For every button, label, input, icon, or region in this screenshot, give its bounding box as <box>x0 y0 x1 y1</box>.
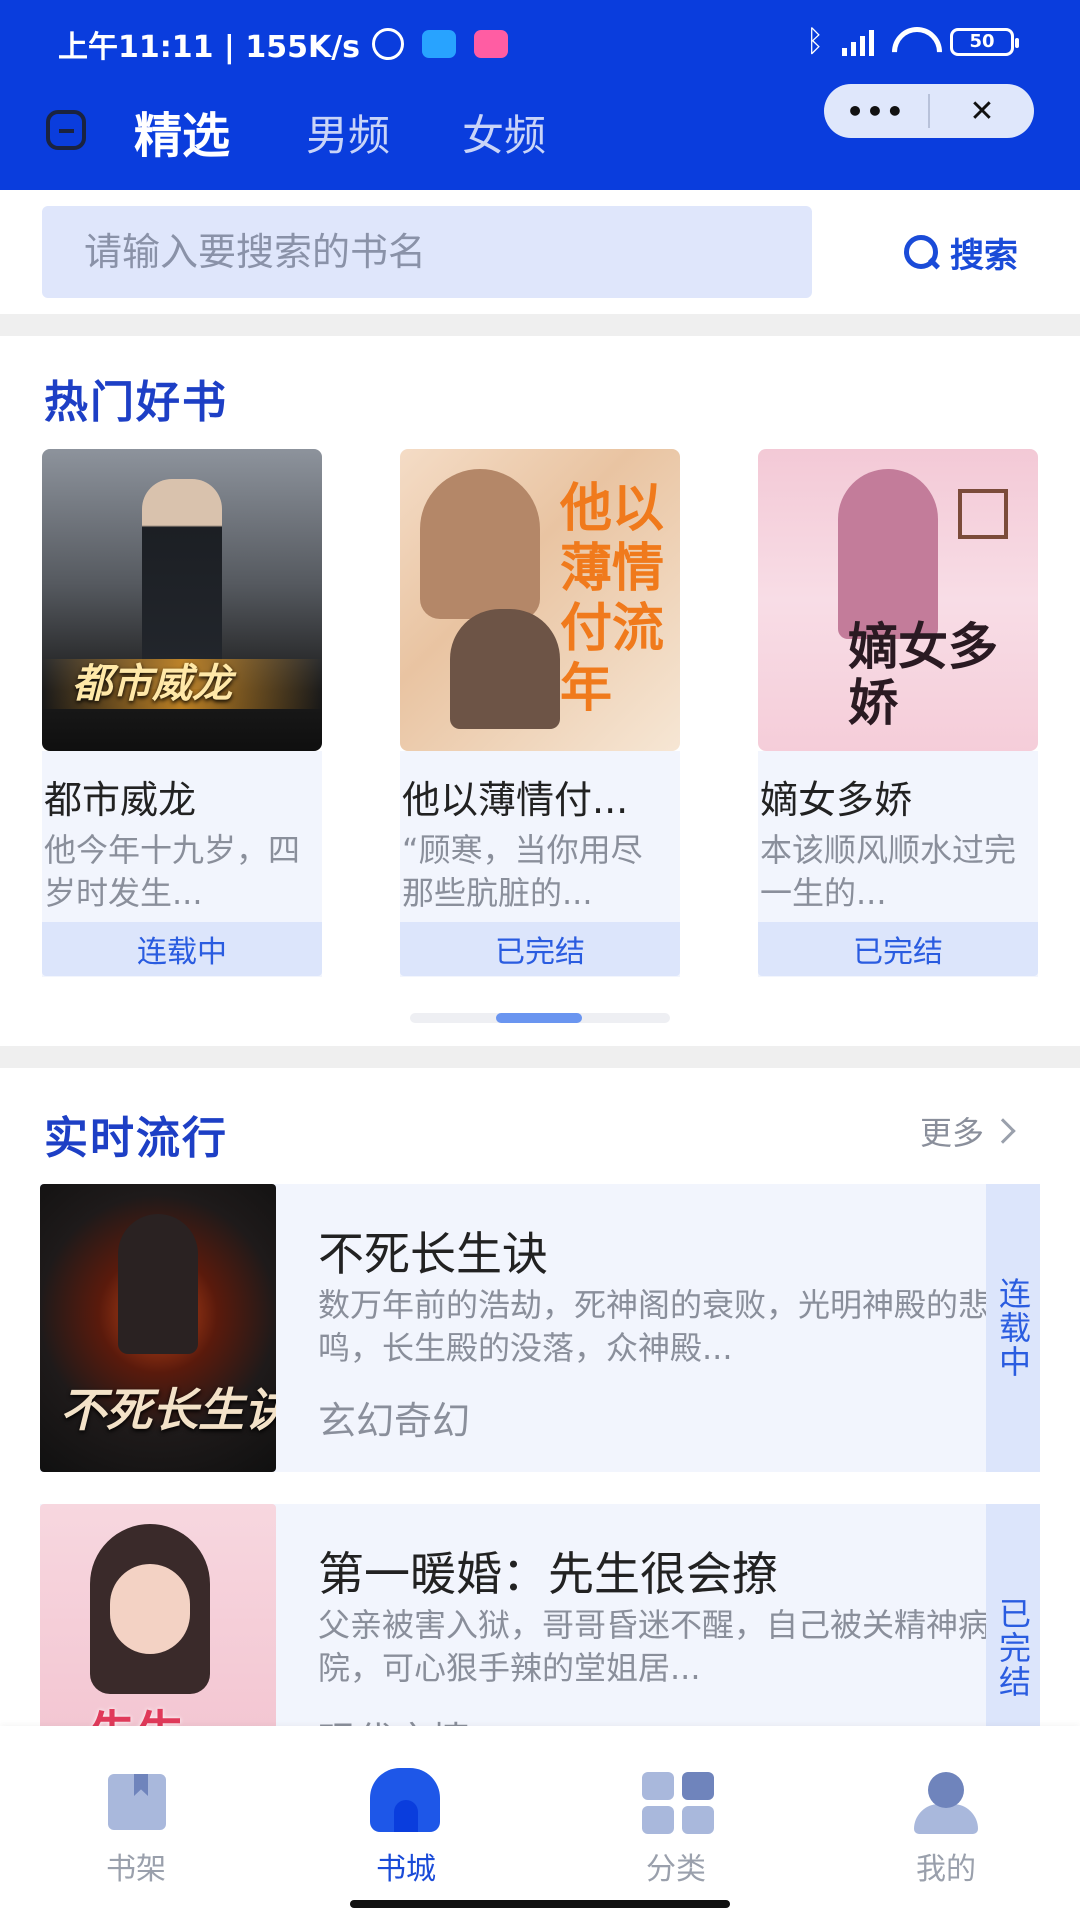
tab-male[interactable]: 男频 <box>306 102 390 163</box>
status-right: ᛒ 50 <box>806 24 1019 59</box>
book-cover[interactable]: 都市威龙 <box>42 449 322 751</box>
status-left: 上午11:11 | 155K/s <box>58 22 509 66</box>
book-status-badge: 已完结 <box>758 922 1038 976</box>
battery-icon: 50 <box>950 27 1019 56</box>
header: 上午11:11 | 155K/s ᛒ 50 精选 男频 女频 ••• ✕ <box>0 0 1080 190</box>
book-cover[interactable]: 不死长生诀 <box>40 1184 276 1472</box>
alarm-icon <box>372 28 405 60</box>
hot-book-card[interactable]: 嫡女多娇 嫡女多娇 本该顺风顺水过完一生的... 已完结 <box>758 449 1038 977</box>
mini-program-capsule: ••• ✕ <box>824 84 1034 138</box>
search-bar <box>42 206 812 298</box>
book-description: 父亲被害入狱，哥哥昏迷不醒，自己被关精神病院，可心狠手辣的堂姐居... <box>318 1606 991 1687</box>
section-divider <box>0 1046 1080 1068</box>
cover-title: 嫡女多娇 <box>848 618 998 732</box>
section-divider <box>0 314 1080 336</box>
cover-lantern <box>958 489 1008 539</box>
bookshelf-icon <box>108 1774 166 1830</box>
book-title: 都市威龙 <box>44 778 197 822</box>
search-input[interactable] <box>42 206 812 298</box>
popular-section-title: 实时流行 <box>44 1113 228 1164</box>
bottom-nav: 书架 书城 分类 我的 <box>0 1726 1080 1920</box>
status-bar: 上午11:11 | 155K/s ᛒ 50 <box>0 0 1080 80</box>
nav-mine[interactable]: 我的 <box>846 1744 1046 1887</box>
hot-book-card[interactable]: 他以薄情付流年 他以薄情付... “顾寒，当你用尽那些肮脏的... 已完结 <box>400 449 680 977</box>
app-page: 上午11:11 | 155K/s ᛒ 50 精选 男频 女频 ••• ✕ 请输入… <box>0 0 1080 1920</box>
book-cover[interactable]: 嫡女多娇 <box>758 449 1038 751</box>
cover-title: 他以薄情付流年 <box>560 479 665 719</box>
close-button[interactable]: ✕ <box>930 94 1034 129</box>
book-title: 不死长生诀 <box>318 1227 548 1281</box>
carousel-scrollbar[interactable] <box>410 1013 670 1023</box>
nav-label: 我的 <box>916 1852 976 1887</box>
signal-icon <box>842 28 874 56</box>
popular-list-item[interactable]: 不死长生诀 不死长生诀 数万年前的浩劫，死神阁的衰败，光明神殿的悲鸣，长生殿的没… <box>40 1184 1040 1472</box>
book-status-badge: 已完结 <box>400 922 680 976</box>
category-icon <box>642 1772 714 1836</box>
hot-book-card[interactable]: 都市威龙 都市威龙 他今年十九岁，四岁时发生... 连载中 <box>42 449 322 977</box>
book-title: 嫡女多娇 <box>760 778 913 822</box>
top-nav: 精选 男频 女频 ••• ✕ <box>0 84 1080 178</box>
cover-figure <box>420 469 540 619</box>
cloud-icon <box>422 30 457 58</box>
nav-label: 书城 <box>376 1852 436 1887</box>
search-icon <box>904 234 940 271</box>
nav-category[interactable]: 分类 <box>576 1744 776 1887</box>
bilibili-icon <box>474 30 509 58</box>
carousel-scroll-thumb[interactable] <box>496 1013 582 1023</box>
book-title: 他以薄情付... <box>402 778 629 822</box>
search-button-label: 搜索 <box>950 236 1018 276</box>
book-description: 他今年十九岁，四岁时发生... <box>44 831 301 912</box>
tab-featured[interactable]: 精选 <box>134 96 230 166</box>
more-link-label: 更多 <box>920 1114 985 1152</box>
more-options-button[interactable]: ••• <box>824 95 928 128</box>
book-description: 本该顺风顺水过完一生的... <box>760 831 1017 912</box>
profile-icon <box>914 1772 978 1836</box>
nav-bookstore[interactable]: 书城 <box>306 1744 506 1887</box>
cover-figure <box>118 1214 198 1354</box>
nav-bookshelf[interactable]: 书架 <box>36 1744 236 1887</box>
book-description: 数万年前的浩劫，死神阁的衰败，光明神殿的悲鸣，长生殿的没落，众神殿... <box>318 1286 991 1367</box>
nav-label: 书架 <box>106 1852 166 1887</box>
back-icon[interactable] <box>46 110 86 150</box>
book-description: “顾寒，当你用尽那些肮脏的... <box>402 831 643 912</box>
book-category: 玄幻奇幻 <box>318 1399 471 1443</box>
cover-figure <box>838 469 938 639</box>
more-link[interactable]: 更多 <box>920 1108 1016 1154</box>
search-button[interactable]: 搜索 <box>904 228 1018 277</box>
book-cover[interactable]: 他以薄情付流年 <box>400 449 680 751</box>
hot-section-title: 热门好书 <box>44 377 228 428</box>
cover-face <box>110 1564 190 1654</box>
book-title: 第一暖婚：先生很会撩 <box>318 1547 778 1601</box>
wifi-icon <box>892 27 932 57</box>
status-time: 上午11:11 | 155K/s <box>58 30 361 65</box>
cover-title: 都市威龙 <box>72 661 232 707</box>
book-status-badge: 连载中 <box>986 1184 1040 1472</box>
book-status-badge: 连载中 <box>42 922 322 976</box>
cover-title: 不死长生诀 <box>60 1383 276 1437</box>
bookstore-icon <box>370 1768 440 1832</box>
tab-female[interactable]: 女频 <box>462 102 546 163</box>
cover-figure-2 <box>450 609 560 729</box>
chevron-right-icon <box>990 1118 1016 1144</box>
home-indicator[interactable] <box>350 1900 730 1908</box>
bluetooth-icon: ᛒ <box>806 24 824 59</box>
nav-label: 分类 <box>646 1852 706 1887</box>
